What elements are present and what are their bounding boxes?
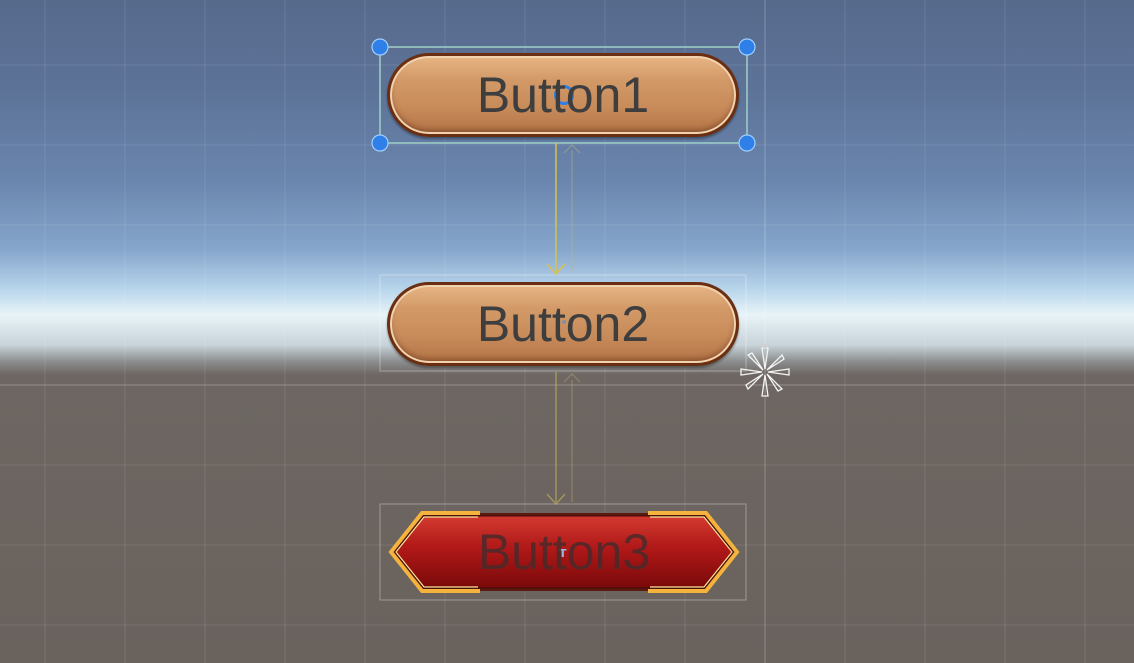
scene-view[interactable]: Button1 Button2 Button3 T [0,0,1134,663]
button3-label: Button3 [477,524,651,580]
resize-handle-top-left [371,38,389,56]
button1[interactable]: Button1 [387,53,739,137]
button2[interactable]: Button2 [387,282,739,366]
button1-label: Button1 [476,67,650,123]
resize-handle-bottom-left [371,134,389,152]
button3[interactable]: Button3 [388,510,740,594]
resize-handle-bottom-right [738,134,756,152]
button2-label: Button2 [476,296,650,352]
resize-handle-top-right [738,38,756,56]
